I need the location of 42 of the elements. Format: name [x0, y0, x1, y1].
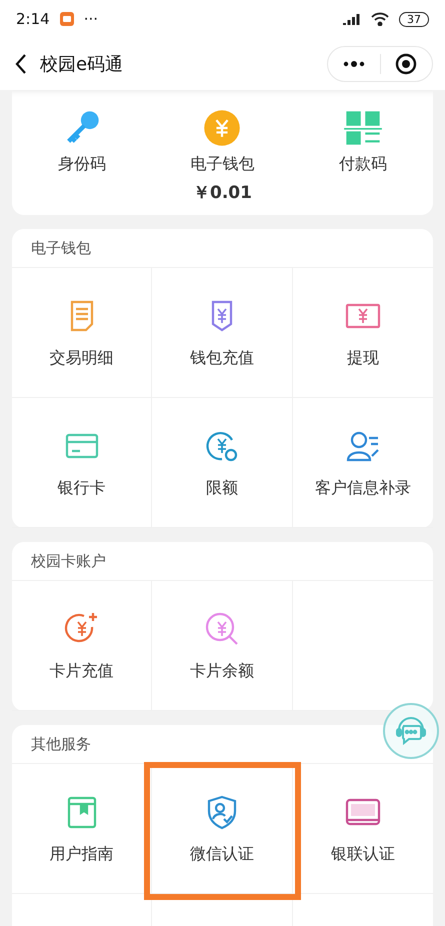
menu-tile[interactable]: 交易明细 [12, 268, 152, 398]
signal-icon [343, 13, 361, 25]
quick-label[interactable]: 付款码 [338, 154, 387, 175]
quick-label[interactable]: 身份码 [58, 154, 106, 175]
page-title: 校园e码通 [40, 53, 124, 76]
tile-label: 银行卡 [58, 478, 106, 499]
menu-tile[interactable]: 钱包充值 [152, 268, 293, 398]
status-more: ··· [84, 10, 98, 28]
more-icon [342, 61, 365, 67]
tile-label: 钱包充值 [190, 348, 254, 369]
menu-tile[interactable]: 卡片余额 [152, 581, 293, 711]
tile-label: 微信认证 [190, 844, 254, 865]
section-title: 校园卡账户 [31, 552, 106, 570]
back-icon[interactable] [14, 53, 28, 75]
tile-label: 银联认证 [330, 844, 395, 865]
tile-label: 限额 [206, 478, 238, 499]
wallet-balance: ￥0.01 [193, 182, 252, 204]
menu-tile[interactable]: 限额 [152, 398, 293, 528]
menu-tile[interactable]: 微信认证 [152, 764, 293, 894]
menu-tile[interactable]: 用户指南 [12, 764, 152, 894]
tile-label: 交易明细 [50, 348, 114, 369]
menu-tile[interactable]: 提现 [292, 268, 433, 398]
menu-tile[interactable]: 客户信息补录 [292, 398, 433, 528]
target-icon [395, 53, 418, 75]
menu-tile[interactable]: 卡片充值 [12, 581, 152, 711]
wifi-icon [371, 12, 389, 26]
menu-tile[interactable]: 银行卡 [12, 398, 152, 528]
tile-label: 卡片充值 [50, 661, 114, 682]
tile-label: 提现 [346, 348, 379, 369]
app-badge-icon [60, 12, 74, 26]
section-title: 其他服务 [31, 734, 91, 754]
section-title: 电子钱包 [31, 238, 91, 258]
status-time: 2:14 [16, 10, 50, 28]
menu-tile[interactable]: 银联认证 [292, 764, 433, 894]
battery-level: 37 [399, 12, 429, 26]
yen-search-icon [204, 611, 240, 647]
tile-label: 卡片余额 [190, 661, 254, 682]
tile-label: 客户信息补录 [314, 478, 411, 499]
coin-icon [202, 108, 242, 148]
tile-label: 用户指南 [50, 844, 114, 865]
quick-label[interactable]: 电子钱包 [190, 154, 254, 175]
headset-chat-icon [395, 716, 427, 746]
